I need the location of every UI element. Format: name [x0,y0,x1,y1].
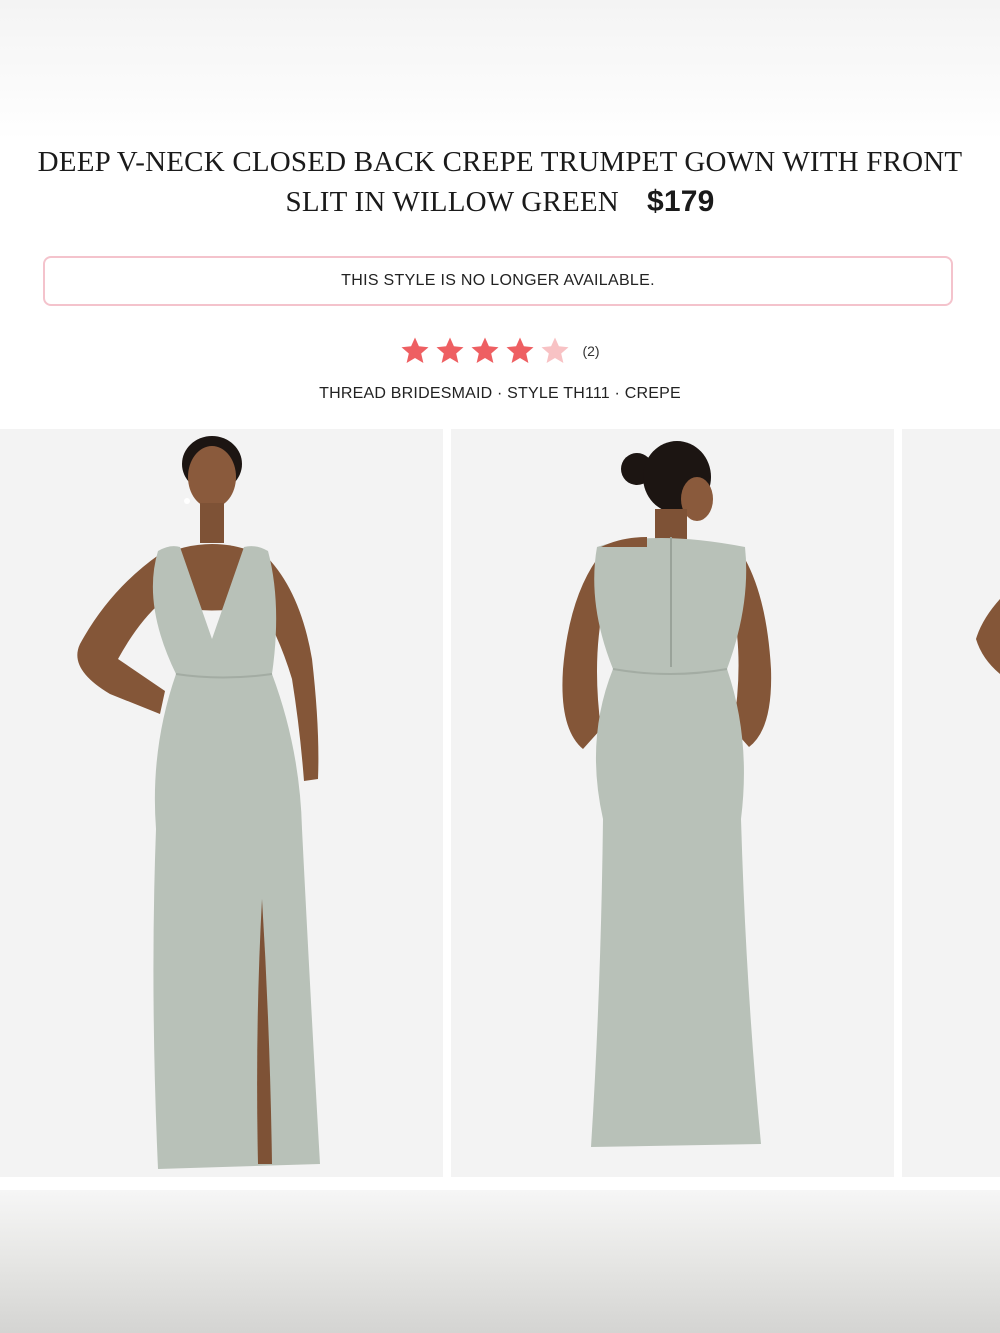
star-filled-icon [435,336,465,366]
product-meta: THREAD BRIDESMAID · STYLE TH111 · CREPE [319,385,681,402]
gallery-image-side[interactable] [902,429,1000,1177]
availability-notice: THIS STYLE IS NO LONGER AVAILABLE. [43,256,953,306]
review-count[interactable]: (2) [582,343,599,359]
gallery-image-front[interactable] [0,429,443,1177]
star-rating[interactable] [400,336,570,366]
star-filled-icon [400,336,430,366]
gallery-image-back[interactable] [451,429,894,1177]
product-price: $179 [646,185,715,218]
product-title-line: DEEP V-NECK CLOSED BACK CREPE TRUMPET GO… [20,142,980,222]
availability-notice-text: THIS STYLE IS NO LONGER AVAILABLE. [341,272,655,289]
star-empty-icon [540,336,570,366]
bottom-image-blur [0,1190,1000,1333]
top-image-blur [0,0,1000,140]
product-header: DEEP V-NECK CLOSED BACK CREPE TRUMPET GO… [0,142,1000,222]
star-filled-icon [505,336,535,366]
rating-summary[interactable]: (2) [0,336,1000,366]
product-image-gallery[interactable] [0,429,1000,1177]
star-filled-icon [470,336,500,366]
product-title: DEEP V-NECK CLOSED BACK CREPE TRUMPET GO… [37,146,963,218]
